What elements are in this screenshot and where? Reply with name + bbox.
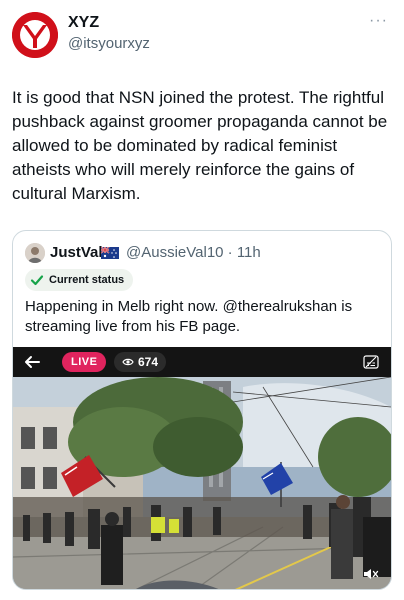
tweet-text: It is good that NSN joined the protest. …: [12, 88, 388, 203]
quoted-avatar-image: [25, 243, 45, 263]
status-badge: Current status: [25, 269, 134, 291]
australian-flag-icon: [101, 247, 119, 259]
tweet-header: XYZ @itsyourxyz ···: [12, 12, 392, 60]
more-options-icon[interactable]: ···: [369, 12, 388, 30]
live-badge: LIVE: [62, 352, 107, 372]
display-name[interactable]: XYZ: [68, 14, 99, 32]
video-top-bar: LIVE 674: [13, 347, 391, 377]
quoted-tweet-text: Happening in Melb right now. @therealruk…: [25, 298, 353, 335]
quoted-handle-time[interactable]: @AussieVal10 · 11h: [126, 244, 261, 261]
quoted-tweet-header: JustVal @AussieVal10 · 11h: [25, 243, 381, 263]
user-handle[interactable]: @itsyourxyz: [68, 35, 150, 52]
quoted-avatar[interactable]: [25, 243, 45, 263]
captions-icon[interactable]: [363, 355, 379, 369]
back-arrow-icon[interactable]: [23, 353, 41, 371]
video-frame: [13, 347, 391, 589]
eye-icon: [122, 358, 134, 366]
check-icon: [30, 275, 44, 286]
mute-icon[interactable]: [363, 567, 379, 581]
quoted-display-name[interactable]: JustVal: [50, 244, 103, 261]
viewer-count: 674: [138, 355, 159, 369]
status-label: Current status: [49, 274, 125, 286]
live-video-player[interactable]: LIVE 674: [13, 347, 391, 589]
viewer-count-badge: 674: [114, 352, 167, 372]
avatar[interactable]: [12, 12, 58, 58]
y-logo-icon: [12, 12, 58, 58]
tweet-card: XYZ @itsyourxyz ··· It is good that NSN …: [0, 0, 404, 600]
quoted-tweet[interactable]: JustVal @AussieVal10 · 11h Current statu…: [12, 230, 392, 590]
